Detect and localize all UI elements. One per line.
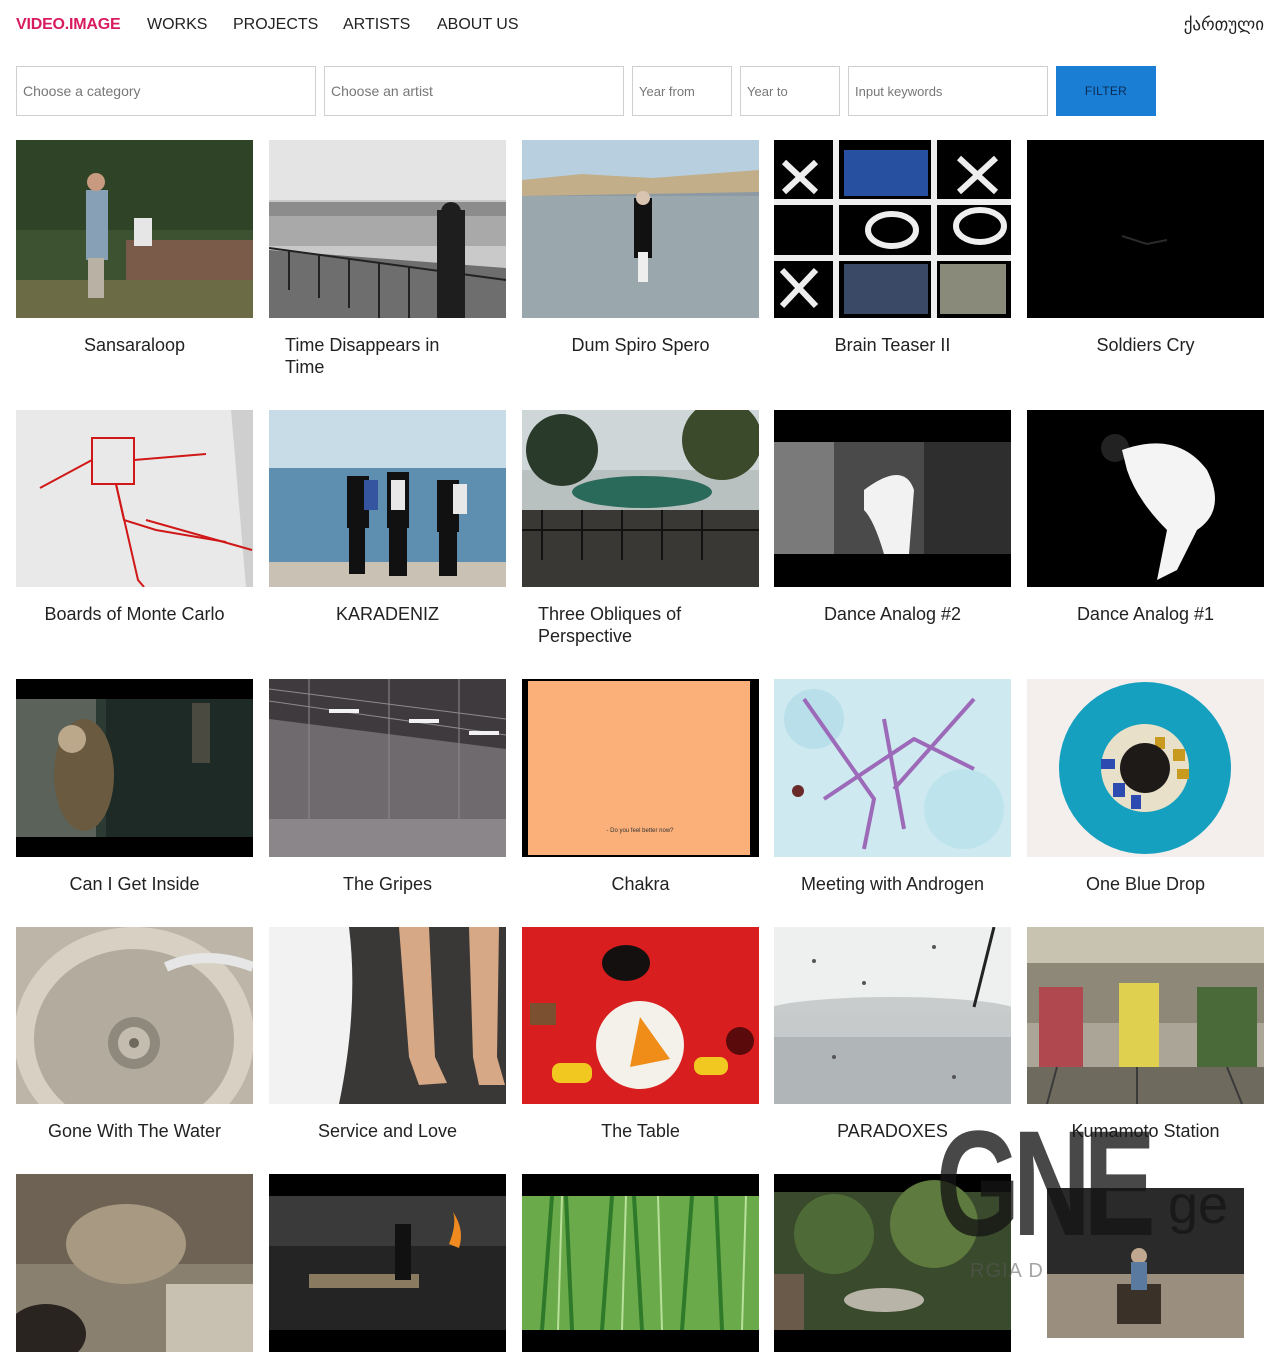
nav-artists[interactable]: ARTISTS xyxy=(343,16,410,34)
nav-projects[interactable]: PROJECTS xyxy=(233,16,318,34)
work-thumbnail[interactable] xyxy=(16,1174,253,1352)
nav-works[interactable]: WORKS xyxy=(147,16,207,34)
work-title[interactable]: Time Disappears in Time xyxy=(269,334,506,378)
work-thumbnail[interactable] xyxy=(522,927,759,1104)
work-title[interactable]: Chakra xyxy=(522,873,759,895)
top-navigation: VIDEO.IMAGE WORKS PROJECTS ARTISTS ABOUT… xyxy=(0,0,1280,52)
work-title[interactable]: Soldiers Cry xyxy=(1027,334,1264,356)
work-title[interactable]: One Blue Drop xyxy=(1027,873,1264,895)
work-thumbnail[interactable] xyxy=(16,679,253,857)
work-title[interactable]: Kumamoto Station xyxy=(1027,1120,1264,1142)
work-thumbnail[interactable]: - Do you feel better now? xyxy=(522,679,759,857)
work-title[interactable]: Dance Analog #1 xyxy=(1027,603,1264,625)
work-title[interactable]: Dance Analog #2 xyxy=(774,603,1011,625)
filter-button[interactable]: FILTER xyxy=(1056,66,1156,116)
work-title[interactable]: Gone With The Water xyxy=(16,1120,253,1142)
work-thumbnail[interactable] xyxy=(16,410,253,587)
nav-about-us[interactable]: ABOUT US xyxy=(437,16,519,34)
work-thumbnail[interactable] xyxy=(774,410,1011,587)
work-title[interactable]: Can I Get Inside xyxy=(16,873,253,895)
category-select[interactable] xyxy=(16,66,316,116)
work-thumbnail[interactable] xyxy=(774,927,1011,1104)
work-title[interactable]: Brain Teaser II xyxy=(774,334,1011,356)
work-thumbnail[interactable] xyxy=(1027,927,1264,1104)
year-from-input[interactable] xyxy=(632,66,732,116)
language-switch-georgian[interactable]: ქართული xyxy=(1184,15,1264,35)
work-title[interactable]: PARADOXES xyxy=(774,1120,1011,1142)
work-title[interactable]: Service and Love xyxy=(269,1120,506,1142)
work-title[interactable]: The Gripes xyxy=(269,873,506,895)
work-thumbnail[interactable] xyxy=(522,140,759,318)
work-thumbnail[interactable] xyxy=(269,140,506,318)
work-thumbnail[interactable] xyxy=(269,410,506,587)
work-title[interactable]: Boards of Monte Carlo xyxy=(16,603,253,625)
keywords-input[interactable] xyxy=(848,66,1048,116)
work-thumbnail[interactable] xyxy=(16,140,253,318)
work-thumbnail[interactable] xyxy=(522,1174,759,1352)
year-to-input[interactable] xyxy=(740,66,840,116)
work-thumbnail[interactable] xyxy=(774,679,1011,857)
work-thumbnail[interactable] xyxy=(774,140,1011,318)
work-thumbnail[interactable] xyxy=(269,679,506,857)
work-title[interactable]: The Table xyxy=(522,1120,759,1142)
chakra-caption: - Do you feel better now? xyxy=(606,828,674,834)
work-title[interactable]: Dum Spiro Spero xyxy=(522,334,759,356)
work-thumbnail[interactable] xyxy=(269,1174,506,1352)
work-thumbnail[interactable] xyxy=(16,927,253,1104)
work-title[interactable]: Sansaraloop xyxy=(16,334,253,356)
work-title[interactable]: Three Obliques of Perspective xyxy=(522,603,759,647)
work-thumbnail[interactable] xyxy=(269,927,506,1104)
work-thumbnail[interactable] xyxy=(522,410,759,587)
work-thumbnail[interactable] xyxy=(1027,1174,1264,1352)
work-title[interactable]: Meeting with Androgen xyxy=(774,873,1011,895)
work-title[interactable]: KARADENIZ xyxy=(269,603,506,625)
work-thumbnail[interactable] xyxy=(774,1174,1011,1352)
work-thumbnail[interactable] xyxy=(1027,410,1264,587)
artist-select[interactable] xyxy=(324,66,624,116)
brand-logo-link[interactable]: VIDEO.IMAGE xyxy=(16,16,121,34)
work-thumbnail[interactable] xyxy=(1027,140,1264,318)
work-thumbnail[interactable] xyxy=(1027,679,1264,857)
